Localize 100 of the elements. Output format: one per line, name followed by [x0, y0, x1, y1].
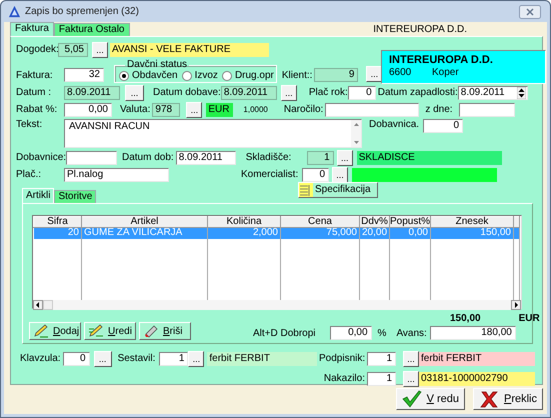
payment-method-field[interactable]: Pl.nalog — [64, 168, 169, 182]
radio-button[interactable] — [119, 70, 129, 80]
column-header[interactable]: Ddv% — [360, 216, 390, 228]
warehouse-name-field: SKLADISCE — [356, 151, 502, 165]
order-date-field[interactable] — [458, 103, 515, 117]
advance-field[interactable]: 180,00 — [430, 326, 516, 340]
order-field[interactable] — [325, 103, 420, 117]
scroll-right-icon[interactable] — [511, 300, 521, 310]
field-label: Klavzula: — [20, 353, 61, 365]
delivery-date-field[interactable]: 8.09.2011 — [176, 151, 236, 165]
date-field[interactable]: 8.09.2011 — [64, 86, 120, 100]
signer-code-field[interactable]: 1 — [367, 352, 396, 366]
currency-code-field[interactable]: 978 — [152, 103, 180, 117]
bank-account-field: 03181-1000002790 — [419, 372, 535, 386]
field-label: Podpisnik: — [319, 353, 366, 365]
field-label: Sestavil: — [118, 353, 156, 365]
dialog-button[interactable]: Preklic — [472, 388, 543, 410]
lookup-button[interactable]: ... — [332, 167, 348, 183]
field-label: z dne: — [425, 104, 453, 116]
lookup-button[interactable]: ... — [186, 102, 202, 118]
table-cell: 150,00 — [430, 228, 514, 238]
field-label: Rabat %: — [16, 104, 58, 116]
tab[interactable]: Artikli — [22, 188, 54, 203]
lookup-button[interactable]: ... — [125, 85, 144, 101]
radio-button[interactable] — [182, 70, 192, 80]
scroll-left-icon[interactable] — [33, 300, 43, 310]
scroll-thumb[interactable] — [43, 300, 53, 310]
lookup-button[interactable]: ... — [366, 66, 382, 82]
lookup-button[interactable]: ... — [92, 42, 108, 58]
field-label: Dogodek: — [16, 44, 58, 56]
scroll-up-icon[interactable] — [352, 122, 360, 127]
action-button[interactable]: Briši — [139, 322, 191, 340]
close-icon[interactable] — [519, 4, 541, 18]
city: Koper — [432, 67, 459, 78]
field-label: Dobavnica. — [369, 119, 420, 131]
radio-button[interactable] — [222, 70, 232, 80]
delivery-notes-field[interactable] — [66, 151, 117, 165]
radio-label[interactable]: Izvoz — [194, 70, 218, 81]
author-code-field[interactable]: 1 — [159, 352, 188, 366]
unit-label: % — [378, 328, 386, 340]
column-header[interactable]: Količina — [208, 216, 280, 228]
table-cell: 2,000 — [208, 228, 280, 238]
column-header[interactable]: Cena — [280, 216, 360, 228]
field-label: Dobavnice: — [16, 152, 66, 164]
table-cell: 75,000 — [280, 228, 360, 238]
lookup-button[interactable]: ... — [336, 150, 353, 166]
lookup-button[interactable]: ... — [403, 371, 419, 387]
delivery-note-field[interactable]: 0 — [423, 119, 464, 133]
lookup-button[interactable]: ... — [280, 85, 297, 101]
event-code-field[interactable]: 5,05 — [58, 42, 88, 56]
scroll-down-icon[interactable] — [352, 140, 360, 145]
event-name-field: AVANSI - VELE FAKTURE — [110, 42, 269, 56]
clause-field[interactable]: 0 — [62, 352, 90, 366]
due-date-field[interactable]: 8.09.2011 — [458, 86, 528, 100]
invoice-number-field[interactable]: 32 — [64, 68, 104, 82]
dialog-button[interactable]: V redu — [396, 388, 465, 410]
client-name: INTEREUROPA D.D. — [389, 54, 494, 66]
currency-name-field: EUR — [206, 103, 234, 117]
field-label: Naročilo: — [284, 104, 324, 116]
payment-term-field[interactable]: 0 — [348, 86, 376, 100]
discount-field[interactable]: 0,00 — [64, 103, 112, 117]
account-code-field[interactable]: 1 — [367, 372, 396, 386]
field-label: Komercialist: — [241, 169, 300, 181]
warehouse-code-field[interactable]: 1 — [306, 151, 334, 165]
field-label: Datum zapadlosti: — [378, 87, 458, 99]
field-label: Valuta: — [120, 104, 150, 116]
client-code-field[interactable]: 9 — [314, 68, 358, 82]
lookup-button[interactable]: ... — [94, 351, 112, 367]
eraser-icon — [143, 324, 159, 338]
tab[interactable]: Faktura — [10, 22, 54, 36]
specification-button[interactable]: Specifikacija — [298, 182, 378, 198]
table-cell: GUME ZA VILICARJA — [82, 228, 208, 238]
delivery-date-field[interactable]: 8.09.2011 — [220, 86, 277, 100]
column-header[interactable]: Artikel — [82, 216, 208, 228]
scrollbar[interactable] — [351, 120, 361, 147]
sales-rep-code-field[interactable]: 0 — [302, 168, 329, 182]
credit-percent-field[interactable]: 0,00 — [330, 326, 372, 340]
column-header[interactable]: Znesek — [430, 216, 514, 228]
field-label: Alt+D Dobropi — [253, 328, 316, 340]
field-label: Datum : — [16, 87, 52, 99]
signer-name-field: ferbit FERBIT — [419, 352, 535, 366]
tab[interactable]: Faktura Ostalo — [54, 23, 130, 36]
lookup-button[interactable]: ... — [403, 351, 419, 367]
radio-label[interactable]: Obdavčen — [132, 70, 178, 81]
text-area[interactable]: AVANSNI RACUN — [64, 119, 362, 148]
action-button[interactable]: Uredi — [84, 322, 136, 340]
text-value: AVANSNI RACUN — [69, 120, 150, 133]
tab[interactable]: Storitve — [54, 190, 96, 203]
action-button[interactable]: Dodaj — [29, 322, 81, 340]
postcode: 6600 — [389, 67, 412, 78]
field-label: Tekst: — [16, 119, 44, 131]
column-header[interactable]: Popust% — [390, 216, 430, 228]
field-label: Klient:: — [282, 70, 312, 82]
table-icon — [299, 182, 313, 196]
lookup-button[interactable]: ... — [188, 351, 204, 367]
column-header[interactable]: Sifra — [34, 216, 82, 228]
radio-label[interactable]: Drug.opr — [234, 70, 274, 81]
spinner-icon[interactable] — [516, 87, 526, 99]
pencil-icon — [88, 324, 104, 338]
scrollbar[interactable] — [33, 300, 521, 310]
